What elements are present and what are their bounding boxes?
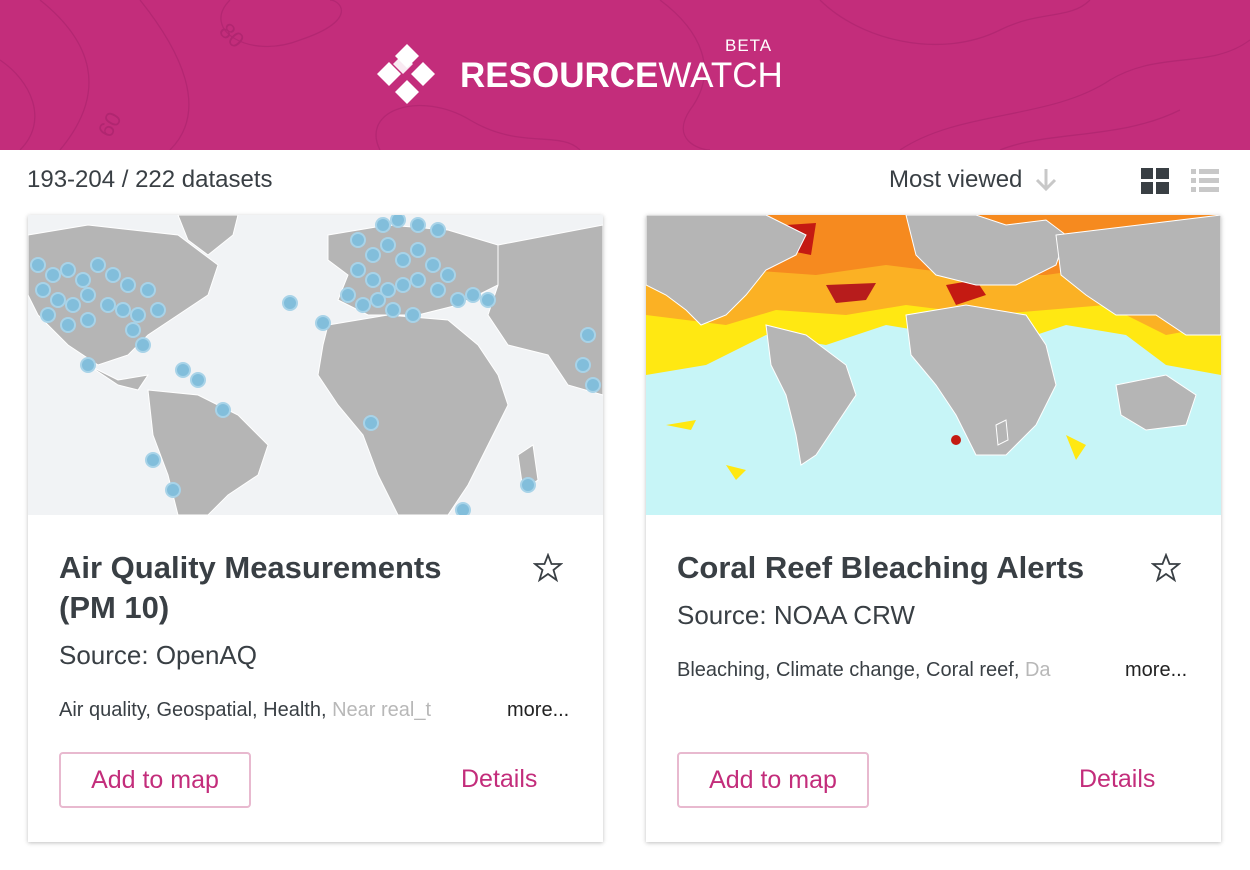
sort-dropdown[interactable]: Most viewed	[889, 166, 1060, 194]
dataset-thumbnail-map[interactable]	[28, 215, 603, 515]
card-tags: Bleaching, Climate change, Coral reef, D…	[677, 659, 1087, 682]
details-link[interactable]: Details	[1079, 765, 1155, 794]
card-source: Source: NOAA CRW	[677, 600, 915, 630]
brand-bold: RESOURCE	[460, 56, 659, 95]
sort-label: Most viewed	[889, 166, 1023, 193]
dataset-count: 193-204 / 222 datasets	[27, 166, 273, 193]
site-header: 80 60 RESOURCEWATCH BETA	[0, 0, 1250, 150]
beta-badge: BETA	[725, 36, 773, 55]
contour-label-80: 80	[214, 18, 249, 53]
add-to-map-button[interactable]: Add to map	[677, 752, 869, 808]
card-source: Source: OpenAQ	[59, 640, 257, 670]
more-tags-link[interactable]: more...	[1125, 659, 1187, 682]
details-link[interactable]: Details	[461, 765, 537, 794]
card-tags-text: Bleaching, Climate change, Coral reef,	[677, 659, 1025, 681]
card-tags: Air quality, Geospatial, Health, Near re…	[59, 699, 479, 722]
card-tags-faded: Da	[1024, 659, 1051, 681]
grid-view-icon[interactable]	[1141, 168, 1169, 194]
star-icon[interactable]	[533, 553, 563, 583]
dataset-card[interactable]: Air Quality Measurements (PM 10) Source:…	[28, 215, 603, 842]
add-to-map-button[interactable]: Add to map	[59, 752, 251, 808]
card-tags-text: Air quality, Geospatial, Health,	[59, 699, 333, 721]
contour-label-60: 60	[93, 108, 127, 142]
list-view-icon[interactable]	[1191, 168, 1219, 194]
brand-light: WATCH	[658, 56, 783, 95]
star-icon[interactable]	[1151, 553, 1181, 583]
resourcewatch-logo-icon[interactable]	[373, 42, 441, 110]
card-title[interactable]: Coral Reef Bleaching Alerts	[677, 548, 1117, 588]
brand-name[interactable]: RESOURCEWATCH	[460, 58, 783, 94]
arrow-down-icon[interactable]	[1032, 166, 1060, 194]
dataset-thumbnail-map[interactable]	[646, 215, 1221, 515]
more-tags-link[interactable]: more...	[507, 699, 569, 722]
card-title[interactable]: Air Quality Measurements (PM 10)	[59, 548, 499, 628]
dataset-card[interactable]: Coral Reef Bleaching Alerts Source: NOAA…	[646, 215, 1221, 842]
card-tags-faded: Near real_t	[332, 699, 432, 721]
